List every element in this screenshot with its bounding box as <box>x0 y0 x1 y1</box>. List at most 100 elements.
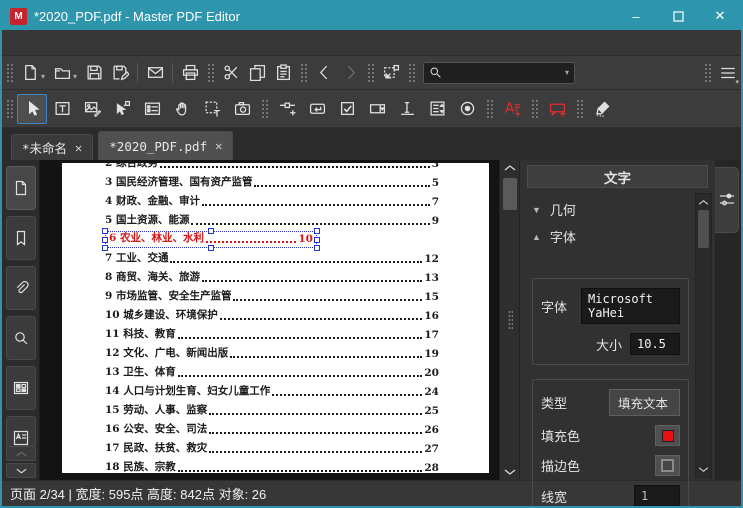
save-as-button[interactable] <box>107 60 133 86</box>
edit-path-tool-button[interactable] <box>107 94 137 124</box>
toc-row[interactable]: 9 市场监管、安全生产监管 15 <box>105 287 439 306</box>
attachments-panel-button[interactable] <box>5 266 36 310</box>
toolbar-grip[interactable] <box>485 97 494 120</box>
search-dropdown-icon[interactable]: ▾ <box>565 68 569 77</box>
toolbar-overflow-icon[interactable]: ▾ <box>735 78 739 86</box>
geometry-section-header[interactable]: ▼ 几何 <box>532 196 689 223</box>
toc-row[interactable]: 3 国民经济管理、国有资产监管 5 <box>105 173 439 192</box>
type-dropdown[interactable]: 填充文本 <box>609 389 680 416</box>
listbox-field-tool-button[interactable] <box>422 94 452 124</box>
tab-close-icon[interactable]: ✕ <box>215 139 222 153</box>
toc-row[interactable]: 15 劳动、人事、监察 25 <box>105 401 439 420</box>
panel-toggle-tab[interactable] <box>715 167 739 233</box>
thumbnails-panel-button[interactable] <box>5 366 36 410</box>
search-input[interactable] <box>442 65 566 80</box>
checkbox-field-tool-button[interactable] <box>332 94 362 124</box>
stroke-color-button[interactable] <box>655 455 680 476</box>
cut-button[interactable] <box>218 60 244 86</box>
toolbar-grip[interactable] <box>575 97 584 120</box>
font-section-header[interactable]: ▲ 字体 <box>532 223 689 250</box>
selection-handle[interactable] <box>102 228 108 234</box>
bookmarks-panel-button[interactable] <box>5 216 36 260</box>
selection-handle[interactable] <box>102 236 108 243</box>
document-area[interactable]: 2 综合政务 3 3 国民经济管理、国有资产监管 5 4 财政、金融、审计 7 … <box>40 160 499 480</box>
hand-tool-button[interactable] <box>167 94 197 124</box>
font-size-input[interactable]: 10.5 <box>630 333 680 355</box>
radio-field-tool-button[interactable] <box>452 94 482 124</box>
forms-panel-button[interactable] <box>5 416 36 446</box>
scrollbar-thumb[interactable] <box>503 178 517 210</box>
toc-row[interactable]: 5 国土资源、能源 9 <box>105 211 439 230</box>
panel-scrollbar[interactable] <box>695 193 712 478</box>
toc-row[interactable]: 2 综合政务 3 <box>105 163 439 173</box>
maximize-button[interactable] <box>657 2 699 30</box>
copy-button[interactable] <box>244 60 270 86</box>
minimize-button[interactable]: – <box>615 2 657 30</box>
toolbar-grip[interactable] <box>5 61 14 84</box>
text-annotation-tool-button[interactable] <box>497 94 527 124</box>
add-node-tool-button[interactable] <box>272 94 302 124</box>
edit-image-tool-button[interactable] <box>77 94 107 124</box>
toolbar-grip[interactable] <box>299 61 309 84</box>
toc-row[interactable]: 4 财政、金融、审计 7 <box>105 192 439 211</box>
combobox-field-tool-button[interactable] <box>362 94 392 124</box>
toc-row[interactable]: 13 卫生、体育 20 <box>105 363 439 382</box>
toc-row[interactable]: 18 民族、宗教 28 <box>105 458 439 473</box>
toc-row[interactable]: 16 公安、安全、司法 26 <box>105 420 439 439</box>
select-tool-button[interactable] <box>17 93 47 124</box>
print-button[interactable] <box>177 60 203 86</box>
new-document-dropdown-icon[interactable]: ▾ <box>41 72 45 81</box>
text-field-tool-button[interactable] <box>392 94 422 124</box>
open-file-button[interactable] <box>49 60 75 86</box>
close-button[interactable]: ✕ <box>699 2 741 30</box>
new-document-button[interactable] <box>17 60 43 86</box>
toolbar-grip[interactable] <box>703 61 713 84</box>
pages-panel-button[interactable] <box>5 166 36 210</box>
sidebar-scroll-down-button[interactable] <box>6 463 36 478</box>
selection-handle[interactable] <box>102 245 108 251</box>
toc-row[interactable]: 10 城乡建设、环境保护 16 <box>105 306 439 325</box>
paste-button[interactable] <box>270 60 296 86</box>
form-properties-tool-button[interactable] <box>137 94 167 124</box>
search-box[interactable]: ▾ <box>423 61 576 84</box>
eraser-tool-button[interactable] <box>587 94 617 124</box>
toc-row[interactable]: 6 农业、林业、水利 10 <box>102 228 320 251</box>
navigate-forward-button[interactable] <box>337 60 363 86</box>
font-name-input[interactable]: Microsoft YaHei <box>581 288 680 324</box>
toc-row[interactable]: 14 人口与计划生育、妇女儿童工作 24 <box>105 382 439 401</box>
enter-field-tool-button[interactable] <box>302 94 332 124</box>
save-button[interactable] <box>81 60 107 86</box>
line-width-input[interactable]: 1 <box>634 485 680 506</box>
tab-close-icon[interactable]: ✕ <box>75 141 82 155</box>
panel-scrollbar-thumb[interactable] <box>698 210 709 248</box>
selection-handle[interactable] <box>314 228 320 234</box>
toc-row[interactable]: 17 民政、扶贫、救灾 27 <box>105 439 439 458</box>
document-tab[interactable]: *未命名 ✕ <box>11 134 94 160</box>
edit-text-tool-button[interactable] <box>47 94 77 124</box>
panel-scroll-up-button[interactable] <box>696 194 711 210</box>
toc-row[interactable]: 8 商贸、海关、旅游 13 <box>105 268 439 287</box>
toolbar-grip[interactable] <box>5 97 14 120</box>
selection-handle[interactable] <box>314 245 320 251</box>
toolbar-grip[interactable] <box>530 97 539 120</box>
navigate-back-button[interactable] <box>311 60 337 86</box>
select-area-tool-button[interactable] <box>197 94 227 124</box>
selection-handle[interactable] <box>314 236 320 243</box>
scroll-down-button[interactable] <box>500 464 520 480</box>
fit-selection-button[interactable] <box>378 60 404 86</box>
document-tab[interactable]: *2020_PDF.pdf ✕ <box>98 131 234 160</box>
selection-handle[interactable] <box>208 228 214 234</box>
scroll-up-button[interactable] <box>500 160 520 176</box>
toc-row[interactable]: 11 科技、教育 17 <box>105 325 439 344</box>
toolbar-grip[interactable] <box>407 61 417 84</box>
panel-scroll-down-button[interactable] <box>696 461 711 477</box>
fill-color-button[interactable] <box>655 425 680 446</box>
toc-row[interactable]: 7 工业、交通 12 <box>105 249 439 268</box>
send-email-button[interactable] <box>142 60 168 86</box>
toolbar-grip[interactable] <box>260 97 269 120</box>
toolbar-grip[interactable] <box>206 61 216 84</box>
selection-handle[interactable] <box>208 245 214 251</box>
pdf-page[interactable]: 2 综合政务 3 3 国民经济管理、国有资产监管 5 4 财政、金融、审计 7 … <box>62 163 489 473</box>
splitter-grip[interactable] <box>508 310 513 330</box>
open-file-dropdown-icon[interactable]: ▾ <box>73 72 77 81</box>
